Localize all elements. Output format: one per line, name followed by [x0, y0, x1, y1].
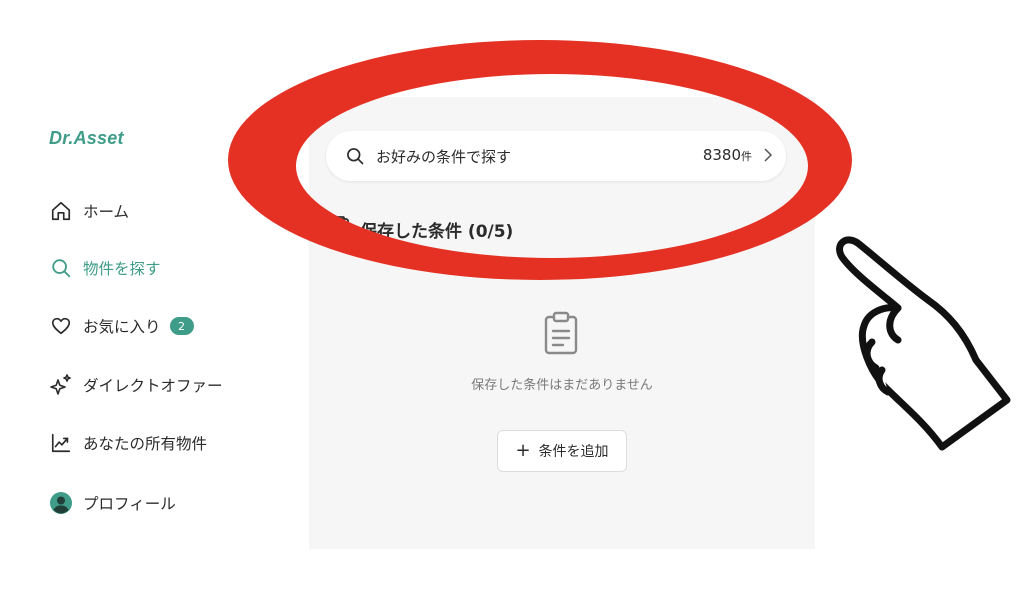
pointing-hand-icon [836, 236, 1011, 451]
sidebar-item-direct-offer[interactable]: ダイレクトオファー [49, 370, 223, 400]
brand-logo[interactable]: Dr.Asset [49, 128, 124, 149]
search-placeholder: お好みの条件で探す [376, 148, 512, 166]
result-count-unit: 件 [741, 150, 752, 163]
search-icon [345, 146, 365, 170]
avatar-icon [49, 491, 73, 515]
saved-conditions-heading: 保存した条件 (0/5) [330, 216, 513, 243]
sidebar-item-label: お気に入り [83, 318, 161, 336]
sparkle-icon [49, 373, 73, 397]
add-condition-button[interactable]: + 条件を追加 [497, 430, 627, 472]
sidebar-item-profile[interactable]: プロフィール [49, 488, 176, 518]
favorites-count-badge: 2 [169, 317, 194, 335]
search-icon [49, 256, 73, 280]
sidebar-item-owned-properties[interactable]: あなたの所有物件 [49, 428, 207, 458]
chart-icon [49, 431, 73, 455]
chevron-right-icon [762, 147, 774, 167]
result-count-number: 8380 [702, 146, 741, 164]
sidebar-item-home[interactable]: ホーム [49, 196, 129, 226]
add-condition-label: 条件を追加 [538, 444, 609, 460]
sidebar-item-label: あなたの所有物件 [83, 435, 208, 453]
plus-icon: + [515, 440, 531, 461]
sidebar-item-favorites[interactable]: お気に入り 2 [49, 311, 194, 341]
sidebar-item-label: プロフィール [83, 495, 176, 513]
clipboard-list-icon [543, 311, 579, 359]
home-icon [49, 199, 73, 223]
result-count: 8380件 [703, 146, 752, 164]
empty-state-message: 保存した条件はまだありません [471, 378, 653, 393]
saved-conditions-title: 保存した条件 (0/5) [360, 222, 514, 242]
sidebar-item-label: ホーム [83, 203, 130, 221]
sidebar-item-search[interactable]: 物件を探す [49, 253, 161, 283]
sidebar-item-label: 物件を探す [83, 260, 161, 278]
heart-icon [49, 314, 73, 338]
clipboard-icon [330, 216, 350, 243]
search-bar[interactable]: お好みの条件で探す 8380件 [326, 131, 786, 181]
sidebar-item-label: ダイレクトオファー [83, 377, 223, 395]
